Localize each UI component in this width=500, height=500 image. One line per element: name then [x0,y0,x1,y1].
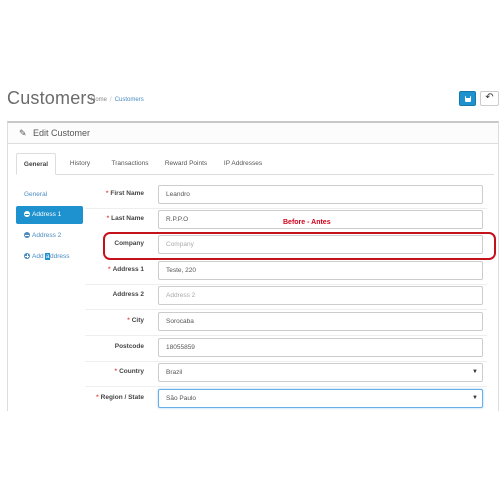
side-nav-general[interactable]: General [16,186,83,204]
minus-circle-icon[interactable] [24,232,30,238]
minus-circle-icon[interactable] [24,211,30,217]
before-annotation: Before - Antes [283,219,331,226]
city-label: * City [127,317,144,324]
save-button[interactable] [459,91,476,106]
company-highlight-box [103,232,496,260]
page-title: Customers [7,88,96,108]
country-value: Brazil [166,369,183,376]
breadcrumb: Home / Customers [91,97,144,103]
last-name-label: * Last Name [106,215,144,222]
tab-history[interactable]: History [60,153,100,175]
add-address-link[interactable]: Add address [16,248,83,266]
chevron-down-icon: ▼ [472,369,478,375]
side-nav-address-1-label: Address 1 [32,211,62,218]
address-1-field[interactable]: Teste, 220 [158,261,483,280]
tab-general[interactable]: General [16,153,56,175]
first-name-label: * First Name [105,190,144,197]
form-row-city: * City Sorocaba [90,312,485,332]
city-field[interactable]: Sorocaba [158,312,483,331]
add-address-suffix: ddress [50,253,70,260]
breadcrumb-home[interactable]: Home [91,97,107,103]
tab-reward-points[interactable]: Reward Points [158,153,214,175]
address-2-field[interactable]: Address 2 [158,286,483,305]
breadcrumb-separator: / [110,97,112,103]
divider [85,335,487,336]
form-row-first-name: * First Name Leandro [90,185,485,205]
page-header: Customers Home / Customers ↶ [7,86,500,116]
side-nav-address-1[interactable]: Address 1 [16,206,83,224]
country-select[interactable]: Brazil ▼ [158,363,483,382]
side-nav-address-2-label: Address 2 [32,232,62,239]
divider [85,309,487,310]
form-row-country: * Country Brazil ▼ [90,363,485,383]
first-name-field[interactable]: Leandro [158,185,483,204]
country-label: * Country [114,368,144,375]
divider [85,208,487,209]
divider [85,361,487,362]
divider [85,284,487,285]
breadcrumb-customers[interactable]: Customers [115,97,144,103]
add-address-prefix: Add [32,253,46,260]
address-1-label: * Address 1 [108,266,144,273]
region-select[interactable]: São Paulo ▼ [158,389,483,408]
address-2-label: Address 2 [112,291,144,298]
divider [85,386,487,387]
postcode-field[interactable]: 18055859 [158,338,483,357]
chevron-down-icon: ▼ [472,395,478,401]
postcode-label: Postcode [114,343,144,350]
form-row-postcode: Postcode 18055859 [90,338,485,358]
form-row-region: * Region / State São Paulo ▼ [90,389,485,409]
form-row-address-1: * Address 1 Teste, 220 [90,261,485,281]
save-icon [465,96,471,102]
tab-transactions[interactable]: Transactions [102,153,158,175]
region-label: * Region / State [96,394,144,401]
reply-icon: ↶ [485,92,494,103]
plus-circle-icon [24,253,30,259]
panel-title: Edit Customer [33,128,91,138]
tab-ip-addresses[interactable]: IP Addresses [216,153,270,175]
pencil-icon: ✎ [19,128,27,138]
back-button[interactable]: ↶ [480,91,499,106]
side-nav-address-2[interactable]: Address 2 [16,227,83,245]
panel-heading: ✎ Edit Customer [8,123,498,144]
tab-bar: General History Transactions Reward Poin… [16,153,494,175]
form-row-address-2: Address 2 Address 2 [90,286,485,306]
region-value: São Paulo [166,395,196,402]
